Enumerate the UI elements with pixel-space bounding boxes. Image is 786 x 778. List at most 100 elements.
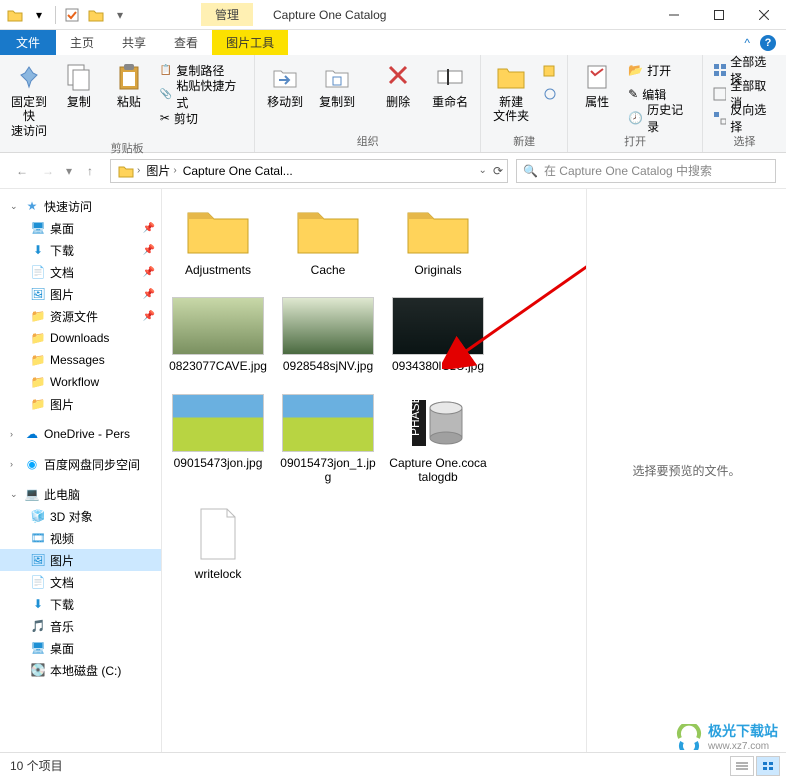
new-item-button[interactable]: [539, 59, 561, 81]
nav-quick-access[interactable]: ⌄★快速访问: [0, 195, 161, 217]
nav-3d-objects[interactable]: 🧊3D 对象: [0, 505, 161, 527]
nav-desktop2[interactable]: 🖥桌面: [0, 637, 161, 659]
forward-button[interactable]: →: [36, 159, 60, 183]
navigation-pane[interactable]: ⌄★快速访问 🖥桌面📌 ⬇下载📌 📄文档📌 🖼图片📌 📁资源文件📌 📁Downl…: [0, 189, 162, 752]
paste-shortcut-button[interactable]: 📎粘贴快捷方式: [156, 83, 248, 105]
nav-pictures[interactable]: 🖼图片📌: [0, 283, 161, 305]
details-view-button[interactable]: [730, 756, 754, 776]
nav-local-disk[interactable]: 💽本地磁盘 (C:): [0, 659, 161, 681]
nav-workflow[interactable]: 📁Workflow: [0, 371, 161, 393]
file-image-2[interactable]: 0928548sjNV.jpg: [278, 297, 378, 373]
new-folder-button[interactable]: 新建 文件夹: [487, 57, 535, 124]
recent-dropdown[interactable]: ▾: [62, 159, 76, 183]
nav-onedrive[interactable]: ›☁OneDrive - Pers: [0, 423, 161, 445]
easy-access-icon: [543, 87, 557, 101]
breadcrumb-seg-current[interactable]: Capture One Catal...: [180, 164, 296, 178]
nav-pictures3[interactable]: 🖼图片: [0, 549, 161, 571]
icons-view-button[interactable]: [756, 756, 780, 776]
image-thumbnail: [282, 394, 374, 452]
context-tab-manage[interactable]: 管理: [201, 3, 253, 26]
file-image-5[interactable]: 09015473jon_1.jpg: [278, 394, 378, 485]
close-button[interactable]: [741, 0, 786, 30]
nav-downloads[interactable]: ⬇下载📌: [0, 239, 161, 261]
maximize-button[interactable]: [696, 0, 741, 30]
nav-downloads-en[interactable]: 📁Downloads: [0, 327, 161, 349]
nav-baidu[interactable]: ›◉百度网盘同步空间: [0, 453, 161, 475]
nav-messages[interactable]: 📁Messages: [0, 349, 161, 371]
desktop-icon: 🖥: [30, 640, 46, 656]
folder-small-icon[interactable]: [85, 4, 107, 26]
history-button[interactable]: 🕗历史记录: [624, 107, 696, 129]
ribbon-group-open: 属性 📂打开 ✎编辑 🕗历史记录 打开: [568, 55, 703, 152]
qat-overflow-icon[interactable]: ▾: [109, 4, 131, 26]
folder-cache[interactable]: Cache: [278, 201, 378, 277]
ribbon: 固定到快 速访问 复制 粘贴 📋复制路径 📎粘贴快捷方式 ✂剪切 剪贴板 移动到: [0, 55, 786, 153]
group-label-open: 打开: [574, 131, 696, 152]
tab-home[interactable]: 主页: [56, 30, 108, 55]
file-image-1[interactable]: 0823077CAVE.jpg: [168, 297, 268, 373]
checkbox-icon[interactable]: [61, 4, 83, 26]
nav-desktop[interactable]: 🖥桌面📌: [0, 217, 161, 239]
properties-button[interactable]: 属性: [574, 57, 620, 109]
file-writelock[interactable]: writelock: [168, 505, 268, 581]
open-button[interactable]: 📂打开: [624, 59, 696, 81]
scissors-icon: ✂: [160, 111, 170, 125]
search-input[interactable]: 🔍 在 Capture One Catalog 中搜索: [516, 159, 776, 183]
nav-videos[interactable]: 🎞视频: [0, 527, 161, 549]
path-icon: 📋: [160, 65, 172, 76]
breadcrumb[interactable]: › 图片› Capture One Catal... ⌄ ⟳: [110, 159, 508, 183]
watermark-text: 极光下载站: [708, 721, 778, 741]
easy-access-button[interactable]: [539, 83, 561, 105]
file-list[interactable]: Adjustments Cache Originals 0823077CAVE.…: [162, 189, 586, 752]
breadcrumb-dropdown-icon[interactable]: ⌄: [479, 165, 487, 176]
watermark-logo-icon: [674, 724, 704, 750]
nav-documents[interactable]: 📄文档📌: [0, 261, 161, 283]
folder-icon: 📁: [30, 396, 46, 412]
tab-view[interactable]: 查看: [160, 30, 212, 55]
back-button[interactable]: ←: [10, 159, 34, 183]
cut-button[interactable]: ✂剪切: [156, 107, 248, 129]
tab-file[interactable]: 文件: [0, 30, 56, 55]
address-bar-row: ← → ▾ ↑ › 图片› Capture One Catal... ⌄ ⟳ 🔍…: [0, 153, 786, 189]
copy-to-button[interactable]: 复制到: [313, 57, 361, 109]
help-icon[interactable]: ?: [760, 35, 776, 51]
tab-picture-tools[interactable]: 图片工具: [212, 30, 288, 55]
content-area: Adjustments Cache Originals 0823077CAVE.…: [162, 189, 786, 752]
paste-button[interactable]: 粘贴: [106, 57, 152, 109]
qat-dropdown-icon[interactable]: ▾: [28, 4, 50, 26]
minimize-button[interactable]: [651, 0, 696, 30]
up-button[interactable]: ↑: [78, 159, 102, 183]
file-image-4[interactable]: 09015473jon.jpg: [168, 394, 268, 485]
breadcrumb-seg-pictures[interactable]: 图片›: [143, 162, 179, 179]
file-catalog-db[interactable]: PHASEONE Capture One.cocatalogdb: [388, 394, 488, 485]
group-label-new: 新建: [487, 131, 561, 152]
tab-share[interactable]: 共享: [108, 30, 160, 55]
refresh-icon[interactable]: ⟳: [493, 164, 503, 178]
ribbon-collapse-icon[interactable]: ^: [744, 36, 750, 50]
nav-music[interactable]: 🎵音乐: [0, 615, 161, 637]
nav-pictures2[interactable]: 📁图片: [0, 393, 161, 415]
status-bar: 10 个项目: [0, 752, 786, 778]
search-icon: 🔍: [523, 164, 538, 178]
copy-button[interactable]: 复制: [56, 57, 102, 109]
folder-icon: [402, 201, 474, 259]
breadcrumb-root-icon[interactable]: ›: [115, 164, 143, 178]
folder-icon[interactable]: [4, 4, 26, 26]
pin-to-quick-access-button[interactable]: 固定到快 速访问: [6, 57, 52, 138]
delete-button[interactable]: 删除: [374, 57, 422, 109]
file-image-3[interactable]: 0934380lCzU.jpg: [388, 297, 488, 373]
rename-button[interactable]: 重命名: [426, 57, 474, 109]
download-icon: ⬇: [30, 596, 46, 612]
invert-selection-button[interactable]: 反向选择: [709, 107, 780, 129]
nav-documents2[interactable]: 📄文档: [0, 571, 161, 593]
folder-originals[interactable]: Originals: [388, 201, 488, 277]
move-to-button[interactable]: 移动到: [261, 57, 309, 109]
pc-icon: 💻: [24, 486, 40, 502]
folder-icon: 📁: [30, 352, 46, 368]
folder-adjustments[interactable]: Adjustments: [168, 201, 268, 277]
search-placeholder: 在 Capture One Catalog 中搜索: [544, 162, 712, 179]
nav-resources[interactable]: 📁资源文件📌: [0, 305, 161, 327]
nav-this-pc[interactable]: ⌄💻此电脑: [0, 483, 161, 505]
nav-downloads2[interactable]: ⬇下载: [0, 593, 161, 615]
pin-icon: 📌: [143, 245, 155, 256]
